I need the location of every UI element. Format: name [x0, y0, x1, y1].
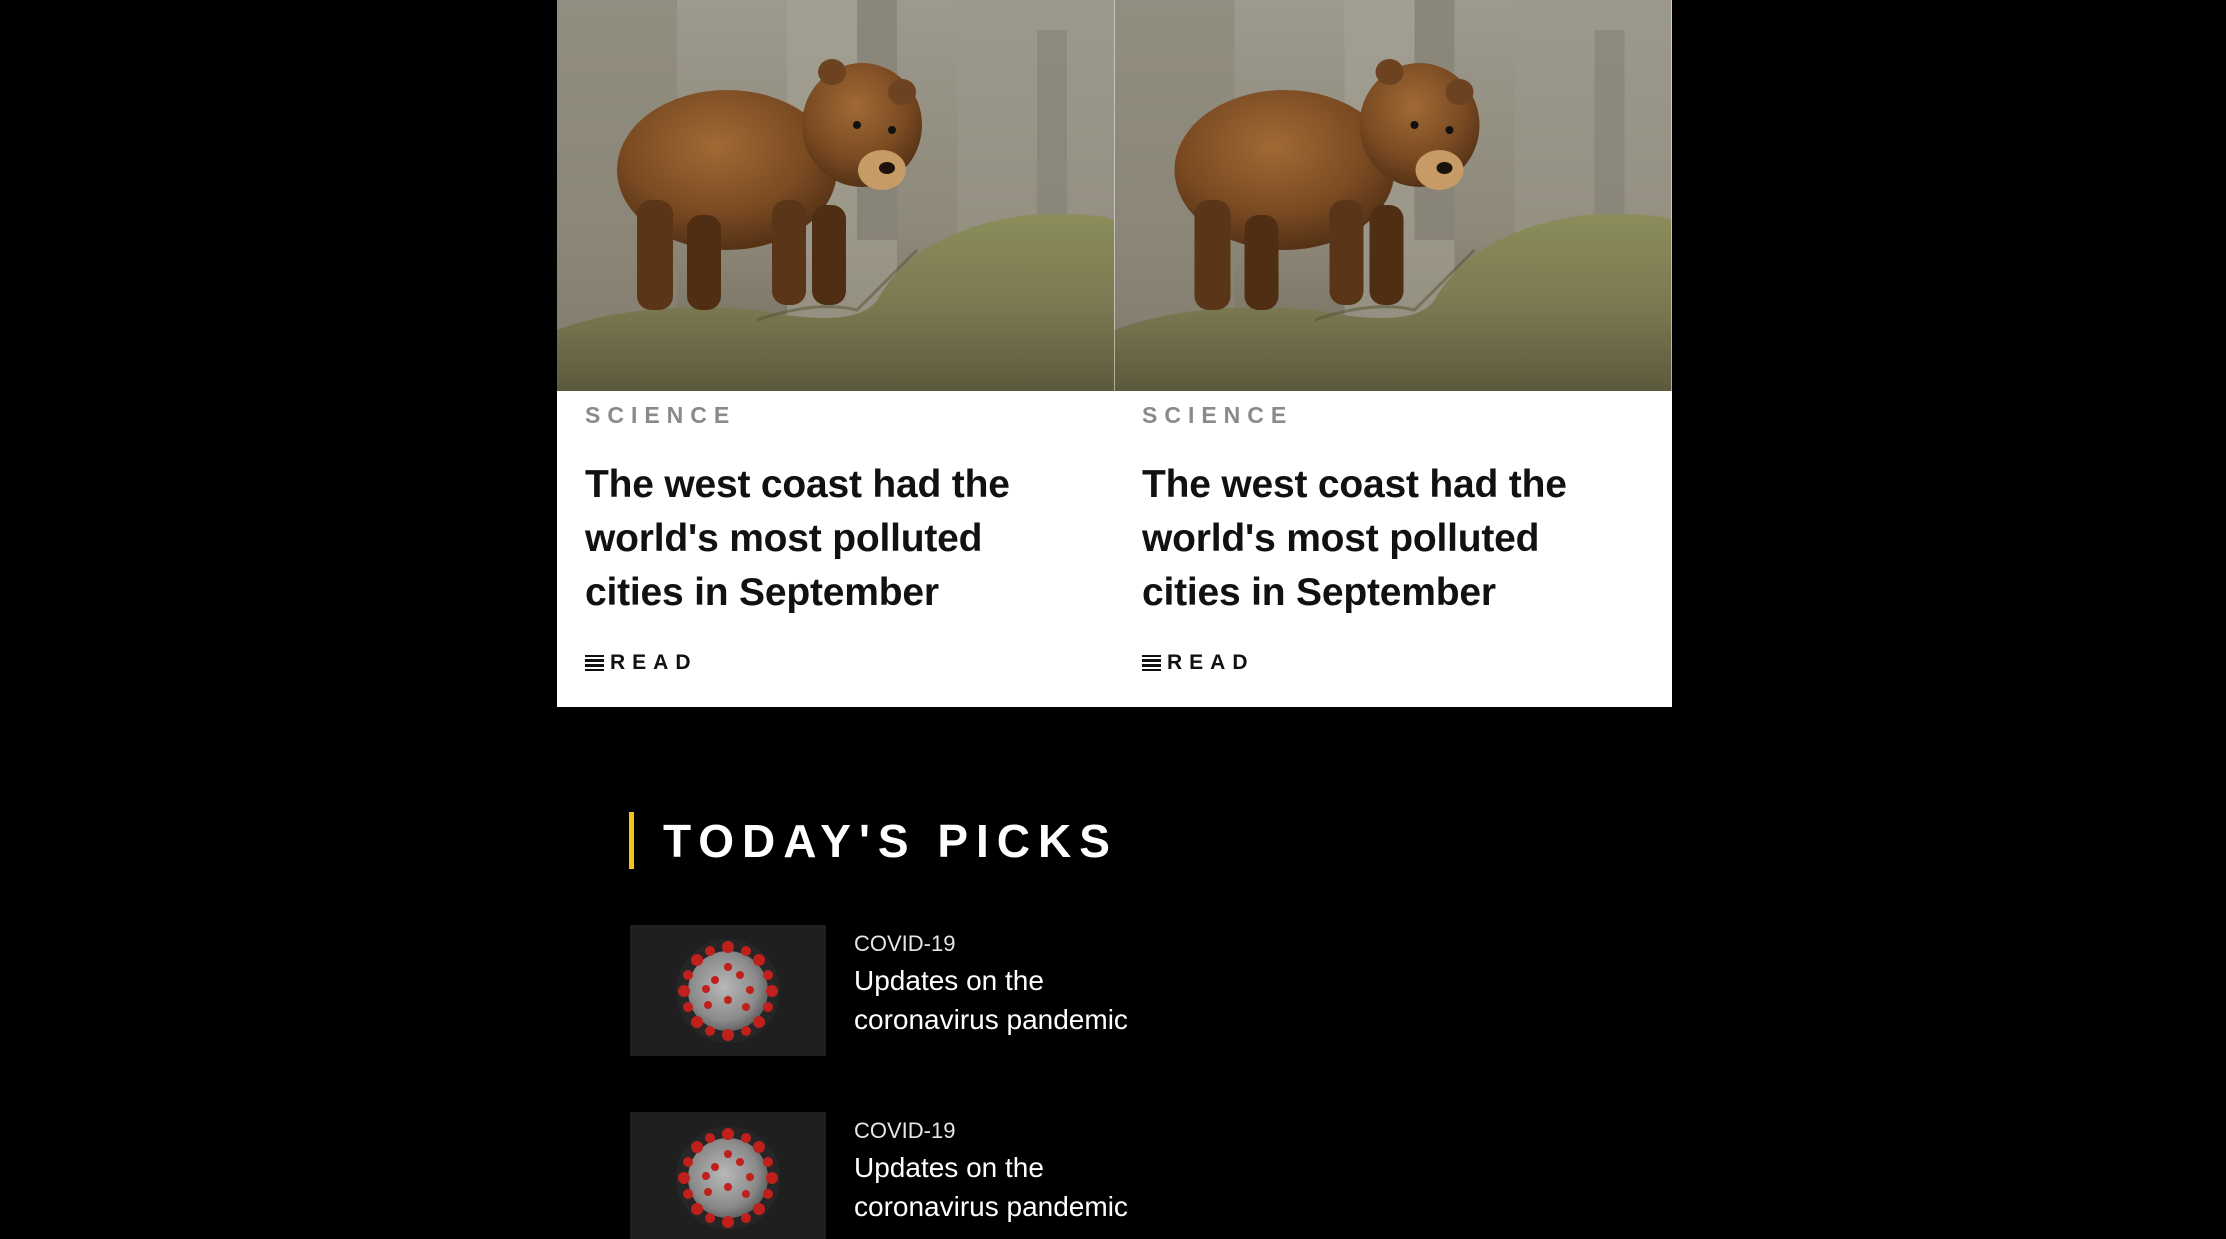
read-label: READ	[610, 651, 698, 674]
brown-bear-image	[1114, 0, 1672, 391]
coronavirus-image	[630, 925, 826, 1056]
pick-item[interactable]: COVID-19 Updates on the coronavirus pand…	[630, 925, 1154, 1056]
article-card[interactable]: SCIENCE The west coast had the world's m…	[1114, 0, 1672, 707]
pick-kicker[interactable]: COVID-19	[854, 1114, 1154, 1148]
article-title[interactable]: The west coast had the world's most poll…	[1142, 458, 1602, 620]
pick-thumbnail[interactable]	[630, 925, 826, 1056]
pick-headline[interactable]: Updates on the coronavirus pandemic	[854, 1148, 1154, 1226]
pick-text: COVID-19 Updates on the coronavirus pand…	[854, 927, 1154, 1056]
article-category[interactable]: SCIENCE	[585, 402, 736, 429]
pick-headline[interactable]: Updates on the coronavirus pandemic	[854, 961, 1154, 1039]
todays-picks-heading: TODAY'S PICKS	[629, 812, 1118, 869]
article-card-grid: SCIENCE The west coast had the world's m…	[557, 0, 1672, 707]
menu-lines-icon	[1142, 654, 1161, 672]
pick-thumbnail[interactable]	[630, 1112, 826, 1239]
article-category[interactable]: SCIENCE	[1142, 402, 1293, 429]
article-image[interactable]	[557, 0, 1114, 391]
article-card[interactable]: SCIENCE The west coast had the world's m…	[557, 0, 1114, 707]
article-image[interactable]	[1114, 0, 1672, 391]
article-title[interactable]: The west coast had the world's most poll…	[585, 458, 1045, 620]
read-label: READ	[1167, 651, 1255, 674]
read-link[interactable]: READ	[585, 651, 698, 675]
read-link[interactable]: READ	[1142, 651, 1255, 675]
heading-accent-bar	[629, 812, 634, 869]
coronavirus-image	[630, 1112, 826, 1239]
pick-kicker[interactable]: COVID-19	[854, 927, 1154, 961]
section-title: TODAY'S PICKS	[663, 814, 1118, 867]
brown-bear-image	[557, 0, 1114, 391]
menu-lines-icon	[585, 654, 604, 672]
pick-text: COVID-19 Updates on the coronavirus pand…	[854, 1114, 1154, 1239]
page: SCIENCE The west coast had the world's m…	[0, 0, 2226, 1239]
pick-item[interactable]: COVID-19 Updates on the coronavirus pand…	[630, 1112, 1154, 1239]
